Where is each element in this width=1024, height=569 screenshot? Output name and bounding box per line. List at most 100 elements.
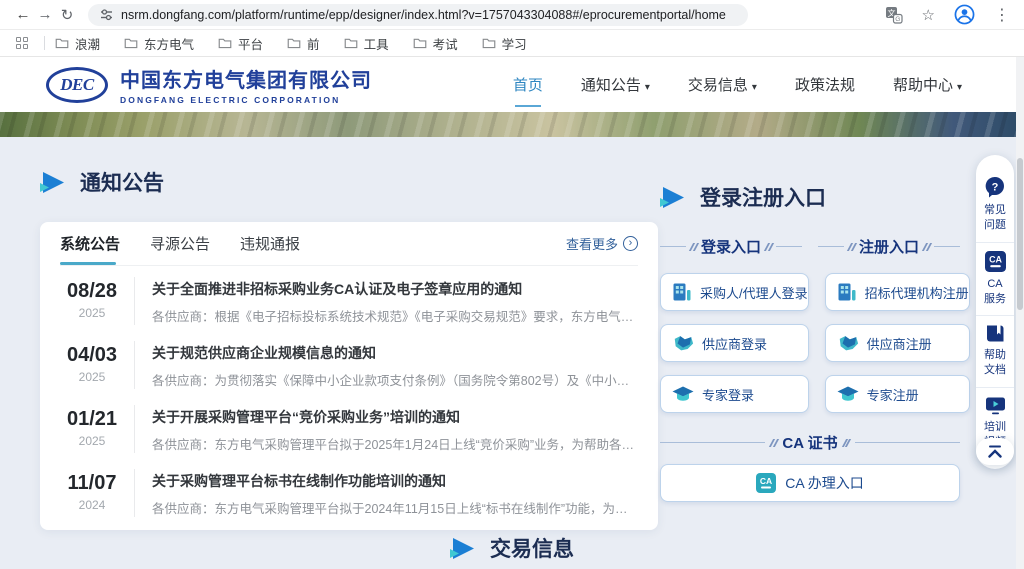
bookmarks-separator <box>44 36 45 50</box>
handshake-icon <box>837 335 859 352</box>
address-bar[interactable]: nsrm.dongfang.com/platform/runtime/epp/d… <box>88 4 748 26</box>
faq-shortcut[interactable]: ? 常见问题 <box>976 168 1014 242</box>
announcement-title: 关于规范供应商企业规模信息的通知 <box>152 343 638 363</box>
supplier-register-button[interactable]: 供应商注册 <box>825 324 970 362</box>
announcement-title: 关于开展采购管理平台“竞价采购业务”培训的通知 <box>152 407 638 427</box>
announcement-title: 关于全面推进非招标采购业务CA认证及电子签章应用的通知 <box>152 279 638 299</box>
site-settings-icon[interactable] <box>100 8 113 21</box>
svg-text:CA: CA <box>760 476 772 486</box>
video-icon <box>985 396 1006 415</box>
expert-login-button[interactable]: 专家登录 <box>660 375 809 413</box>
forward-icon[interactable]: → <box>34 6 56 23</box>
nav-item-trade-info[interactable]: 交易信息 <box>688 70 757 99</box>
scrollbar-thumb[interactable] <box>1017 158 1023 310</box>
ca-entry-button[interactable]: CA CA 办理入口 <box>660 464 960 502</box>
back-icon[interactable]: ← <box>12 6 34 23</box>
toolbar-actions: 文 G ☆ ⋮ <box>885 4 1010 25</box>
announcement-row: 04/03 2025 关于规范供应商企业规模信息的通知 各供应商：为贯彻落实《保… <box>60 330 638 394</box>
announcement-desc: 各供应商：东方电气采购管理平台拟于2025年1月24日上线“竞价采购”业务，为帮… <box>152 434 638 453</box>
site-header: DEC 中国东方电气集团有限公司 DONGFANG ELECTRIC CORPO… <box>0 57 1024 112</box>
announcement-row: 11/07 2024 关于采购管理平台标书在线制作功能培训的通知 各供应商：东方… <box>60 458 638 522</box>
entry-buttons: 采购人/代理人登录 招标代理机构注册 供应商登录 <box>660 273 960 413</box>
refresh-icon[interactable]: ↻ <box>56 6 78 24</box>
translate-icon[interactable]: 文 G <box>885 6 903 24</box>
floating-side-toolbar: ? 常见问题 CA CA 服务 帮助文档 培训视频 <box>976 155 1014 469</box>
browser-menu-icon[interactable]: ⋮ <box>994 5 1010 25</box>
announcements-section: 通知公告 系统公告 寻源公告 违规通报 查看更多 08/28 2025 关于全面… <box>40 167 658 530</box>
announcement-link[interactable]: 关于全面推进非招标采购业务CA认证及电子签章应用的通知 各供应商：根据《电子招标… <box>134 277 638 325</box>
announcement-title: 关于采购管理平台标书在线制作功能培训的通知 <box>152 471 638 491</box>
bookmark-star-icon[interactable]: ☆ <box>922 6 935 24</box>
main-nav: 首页 通知公告 交易信息 政策法规 帮助中心 <box>513 70 962 99</box>
tab-sourcing-notices[interactable]: 寻源公告 <box>150 222 210 265</box>
back-to-top-button[interactable] <box>976 438 1014 465</box>
document-icon <box>985 324 1006 343</box>
section-arrow-icon <box>40 172 65 193</box>
nav-item-announcements[interactable]: 通知公告 <box>581 70 650 99</box>
expert-register-button[interactable]: 专家注册 <box>825 375 970 413</box>
login-register-heading: 登录注册入口 <box>660 182 960 212</box>
ca-service-shortcut[interactable]: CA CA 服务 <box>976 242 1014 316</box>
announcement-date: 08/28 2025 <box>60 277 124 325</box>
bookmark-folder[interactable]: 浪潮 <box>55 34 100 53</box>
browser-toolbar: ← → ↻ nsrm.dongfang.com/platform/runtime… <box>0 0 1024 30</box>
dec-logo-text: DEC <box>60 75 93 95</box>
announcement-date: 01/21 2025 <box>60 405 124 453</box>
announcements-heading: 通知公告 <box>40 167 658 197</box>
purchaser-agent-login-button[interactable]: 采购人/代理人登录 <box>660 273 809 311</box>
announcement-link[interactable]: 关于采购管理平台标书在线制作功能培训的通知 各供应商：东方电气采购管理平台拟于2… <box>134 469 638 517</box>
announcement-link[interactable]: 关于规范供应商企业规模信息的通知 各供应商：为贯彻落实《保障中小企业款项支付条例… <box>134 341 638 389</box>
announcement-row: 01/21 2025 关于开展采购管理平台“竞价采购业务”培训的通知 各供应商：… <box>60 394 638 458</box>
supplier-login-button[interactable]: 供应商登录 <box>660 324 809 362</box>
bookmark-folder[interactable]: 考试 <box>413 34 458 53</box>
nav-item-policies[interactable]: 政策法规 <box>795 70 855 99</box>
expert-cap-icon <box>672 386 694 403</box>
nav-item-help-center[interactable]: 帮助中心 <box>893 70 962 99</box>
dec-logo[interactable]: DEC <box>46 67 108 103</box>
announcements-tabs: 系统公告 寻源公告 违规通报 查看更多 <box>60 222 638 266</box>
svg-text:CA: CA <box>989 254 1002 264</box>
section-arrow-icon <box>660 187 685 208</box>
bookmark-folder[interactable]: 平台 <box>218 34 263 53</box>
announcement-desc: 各供应商：根据《电子招标投标系统技术规范》《电子采购交易规范》要求，东方电气采购… <box>152 306 638 325</box>
hero-banner-image <box>0 112 1024 137</box>
arrow-circle-icon <box>623 236 638 251</box>
announcement-date: 11/07 2024 <box>60 469 124 517</box>
bidding-agency-register-button[interactable]: 招标代理机构注册 <box>825 273 970 311</box>
bookmark-folder[interactable]: 工具 <box>344 34 389 53</box>
scrollbar-track[interactable] <box>1016 57 1024 569</box>
company-name-en: DONGFANG ELECTRIC CORPORATION <box>120 95 372 105</box>
section-arrow-icon <box>450 538 475 559</box>
announcement-date: 04/03 2025 <box>60 341 124 389</box>
announcement-link[interactable]: 关于开展采购管理平台“竞价采购业务”培训的通知 各供应商：东方电气采购管理平台拟… <box>134 405 638 453</box>
expert-cap-icon <box>837 386 859 403</box>
tab-violation-reports[interactable]: 违规通报 <box>240 222 300 265</box>
view-more-label: 查看更多 <box>566 234 618 253</box>
folder-icon <box>344 37 358 49</box>
organization-icon <box>837 282 857 302</box>
ca-badge-icon: CA <box>985 251 1006 272</box>
url-text: nsrm.dongfang.com/platform/runtime/epp/d… <box>121 8 726 22</box>
handshake-icon <box>672 335 694 352</box>
apps-grid-icon[interactable] <box>16 37 28 49</box>
bookmark-folder[interactable]: 学习 <box>482 34 527 53</box>
nav-item-home[interactable]: 首页 <box>513 70 543 99</box>
section-title: 登录注册入口 <box>700 182 826 212</box>
register-group-header: 注册入口 <box>818 236 960 257</box>
folder-icon <box>218 37 232 49</box>
page-body: 通知公告 系统公告 寻源公告 违规通报 查看更多 08/28 2025 关于全面… <box>0 137 1024 569</box>
bookmark-folder[interactable]: 前 <box>287 34 320 53</box>
help-docs-shortcut[interactable]: 帮助文档 <box>976 315 1014 387</box>
trade-info-section: 交易信息 <box>0 533 1024 563</box>
section-title: 通知公告 <box>80 167 164 197</box>
folder-icon <box>124 37 138 49</box>
view-more-link[interactable]: 查看更多 <box>566 234 638 253</box>
folder-icon <box>55 37 69 49</box>
tab-system-notices[interactable]: 系统公告 <box>60 222 120 265</box>
folder-icon <box>413 37 427 49</box>
company-name-cn: 中国东方电气集团有限公司 <box>120 64 372 93</box>
announcement-row: 08/28 2025 关于全面推进非招标采购业务CA认证及电子签章应用的通知 各… <box>60 266 638 330</box>
profile-avatar[interactable] <box>954 4 975 25</box>
login-group-header: 登录入口 <box>660 236 802 257</box>
bookmark-folder[interactable]: 东方电气 <box>124 34 194 53</box>
